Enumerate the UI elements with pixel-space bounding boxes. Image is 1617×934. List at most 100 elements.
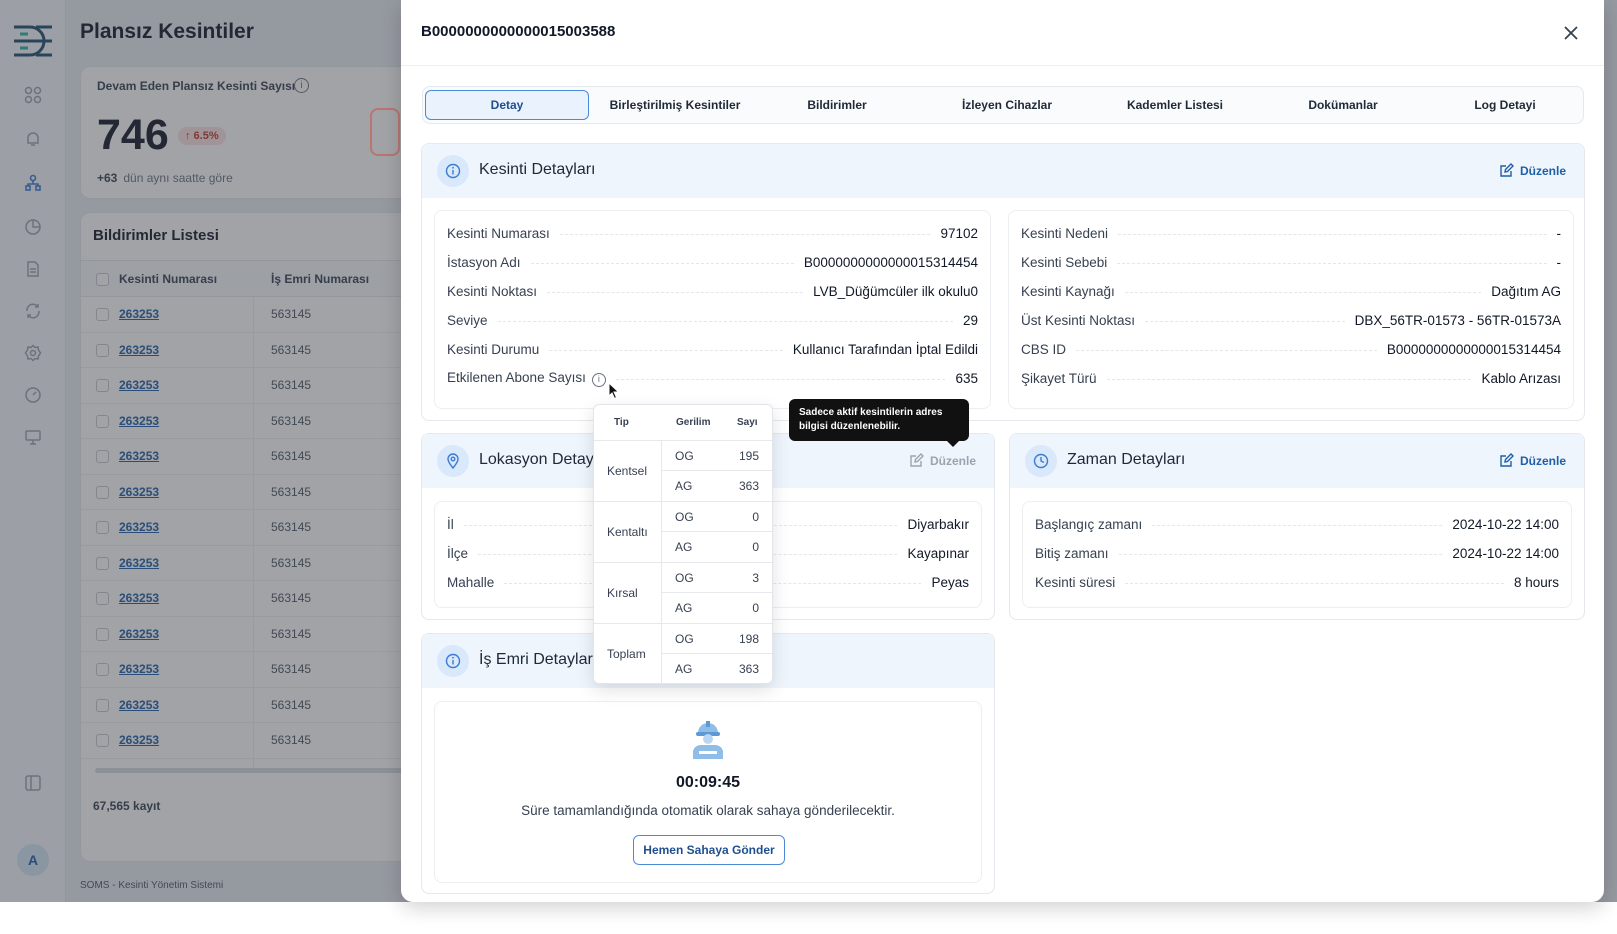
- panel-title: İş Emri Detayları: [479, 651, 598, 668]
- detail-label: İstasyon Adı: [447, 254, 521, 270]
- tab-documents[interactable]: Dokümanlar: [1259, 90, 1427, 120]
- outage-info-card-left: Kesinti Numarası 97102 İstasyon Adı B000000…: [434, 210, 991, 409]
- count-cell: 0: [752, 510, 759, 524]
- detail-label: Kesinti Noktası: [447, 283, 538, 299]
- dotted-leader: [1145, 320, 1345, 322]
- outage-info-card-right: Kesinti Nedeni - Kesinti Sebebi - Kesinti Ka…: [1008, 210, 1574, 409]
- dotted-leader: [1125, 582, 1504, 584]
- info-icon[interactable]: i: [591, 372, 606, 387]
- popover-group: Kırsal OG 3 AG 0: [594, 563, 772, 624]
- send-to-field-button[interactable]: Hemen Sahaya Gönder: [633, 835, 785, 865]
- info-icon: [437, 155, 469, 187]
- tab-detay[interactable]: Detay: [425, 90, 589, 120]
- count-cell: 363: [738, 479, 759, 493]
- detail-row: Seviye 29: [447, 310, 978, 330]
- detail-value: Diyarbakır: [907, 516, 969, 532]
- detail-value: 97102: [940, 225, 978, 241]
- detail-label: Üst Kesinti Noktası: [1021, 312, 1136, 328]
- dotted-leader: [497, 320, 953, 322]
- detail-value: 2024-10-22 14:00: [1452, 545, 1559, 561]
- detail-value: Kablo Arızası: [1481, 370, 1561, 386]
- header-voltage: Gerilim: [676, 417, 711, 428]
- popover-group: Kentaltı OG 0 AG 0: [594, 502, 772, 563]
- detail-row: Bitiş zamanı 2024-10-22 14:00: [1035, 543, 1559, 563]
- detail-label: Başlangıç zamanı: [1035, 516, 1143, 532]
- countdown-timer: 00:09:45: [675, 774, 741, 791]
- popover-row: OG 3: [662, 563, 772, 593]
- popover-row: AG 363: [662, 471, 772, 501]
- voltage-cell: AG: [675, 662, 693, 676]
- detail-label: Kesinti Numarası: [447, 225, 550, 241]
- time-details-panel: Zaman Detayları Düzenle Başlangıç zamanı…: [1009, 433, 1585, 620]
- group-type: Toplam: [594, 624, 662, 683]
- detail-value: Dağıtım AG: [1491, 283, 1561, 299]
- voltage-cell: OG: [675, 510, 694, 524]
- edit-button-disabled[interactable]: Düzenle: [909, 453, 976, 468]
- detail-label: Bitiş zamanı: [1035, 545, 1109, 561]
- detail-value: Kullanıcı Tarafından İptal Edildi: [792, 341, 978, 357]
- count-cell: 0: [752, 540, 759, 554]
- panel-header: Kesinti Detayları Düzenle: [422, 144, 1584, 198]
- location-pin-icon: [437, 445, 469, 477]
- detail-label: Kesinti süresi: [1035, 574, 1116, 590]
- tab-log-detail[interactable]: Log Detayi: [1427, 90, 1583, 120]
- detail-label: Mahalle: [447, 574, 495, 590]
- popover-row: OG 195: [662, 441, 772, 471]
- group-type: Kentsel: [594, 441, 662, 501]
- popover-row: OG 198: [662, 624, 772, 654]
- detail-row: Kesinti Durumu Kullanıcı Tarafından İptal…: [447, 339, 978, 359]
- edit-disabled-tooltip: Sadece aktif kesintilerin adres bilgisi …: [789, 399, 969, 447]
- popover-row: AG 0: [662, 593, 772, 623]
- modal-title: B0000000000000015003588: [421, 23, 616, 40]
- outage-detail-modal: B0000000000000015003588 Detay Birleştiri…: [401, 0, 1604, 902]
- time-info-card: Başlangıç zamanı 2024-10-22 14:00 Bitiş za…: [1022, 501, 1572, 608]
- group-type: Kentaltı: [594, 502, 662, 562]
- panel-header: Zaman Detayları Düzenle: [1010, 434, 1584, 488]
- panel-title: Kesinti Detayları: [479, 161, 596, 178]
- dotted-leader: [559, 233, 931, 235]
- detail-label: Kesinti Durumu: [447, 341, 540, 357]
- detail-row: Kesinti Numarası 97102: [447, 223, 978, 243]
- voltage-cell: AG: [675, 540, 693, 554]
- voltage-cell: OG: [675, 571, 694, 585]
- detail-row: İstasyon Adı B0000000000000015314454: [447, 252, 978, 272]
- detail-row: Üst Kesinti Noktası DBX_56TR-01573 - 56TR…: [1021, 310, 1561, 330]
- detail-label: İlçe: [447, 545, 469, 561]
- tab-levels-list[interactable]: Kademler Listesi: [1091, 90, 1259, 120]
- detail-value: B0000000000000015314454: [1386, 341, 1561, 357]
- dotted-leader: [1152, 524, 1443, 526]
- detail-value: 8 hours: [1513, 574, 1559, 590]
- count-cell: 198: [738, 632, 759, 646]
- dotted-leader: [547, 291, 804, 293]
- voltage-cell: AG: [675, 601, 693, 615]
- detail-label: Kesinti Sebebi: [1021, 254, 1108, 270]
- dotted-leader: [615, 378, 946, 380]
- dotted-leader: [1076, 349, 1377, 351]
- voltage-cell: OG: [675, 632, 694, 646]
- detail-label: Etkilenen Abone Sayısı i: [447, 370, 616, 387]
- count-cell: 195: [738, 449, 759, 463]
- mouse-cursor-icon: [608, 382, 620, 400]
- count-cell: 3: [752, 571, 759, 585]
- tab-notifications[interactable]: Bildirimler: [757, 90, 917, 120]
- detail-row: Şikayet Türü Kablo Arızası: [1021, 368, 1561, 388]
- edit-button[interactable]: Düzenle: [1499, 453, 1566, 468]
- edit-button[interactable]: Düzenle: [1499, 163, 1566, 178]
- detail-label: İl: [447, 516, 454, 532]
- tab-monitoring-devices[interactable]: İzleyen Cihazlar: [923, 90, 1091, 120]
- popover-row: OG 0: [662, 502, 772, 532]
- detail-value: 2024-10-22 14:00: [1452, 516, 1559, 532]
- edit-label: Düzenle: [929, 453, 976, 468]
- edit-label: Düzenle: [1519, 453, 1566, 468]
- tab-bar: Detay Birleştirilmiş Kesintiler Bildirim…: [422, 86, 1584, 124]
- close-icon[interactable]: [1560, 22, 1582, 44]
- dotted-leader: [1117, 262, 1547, 264]
- count-cell: 363: [738, 662, 759, 676]
- detail-row: Kesinti Nedeni -: [1021, 223, 1561, 243]
- tab-merged-outages[interactable]: Birleştirilmiş Kesintiler: [595, 90, 755, 120]
- detail-row: Kesinti Sebebi -: [1021, 252, 1561, 272]
- clock-icon: [1025, 445, 1057, 477]
- popover-group: Kentsel OG 195 AG 363: [594, 441, 772, 502]
- detail-label: CBS ID: [1021, 341, 1067, 357]
- work-order-card: 00:09:45 Süre tamamlandığında otomatik o…: [434, 701, 982, 883]
